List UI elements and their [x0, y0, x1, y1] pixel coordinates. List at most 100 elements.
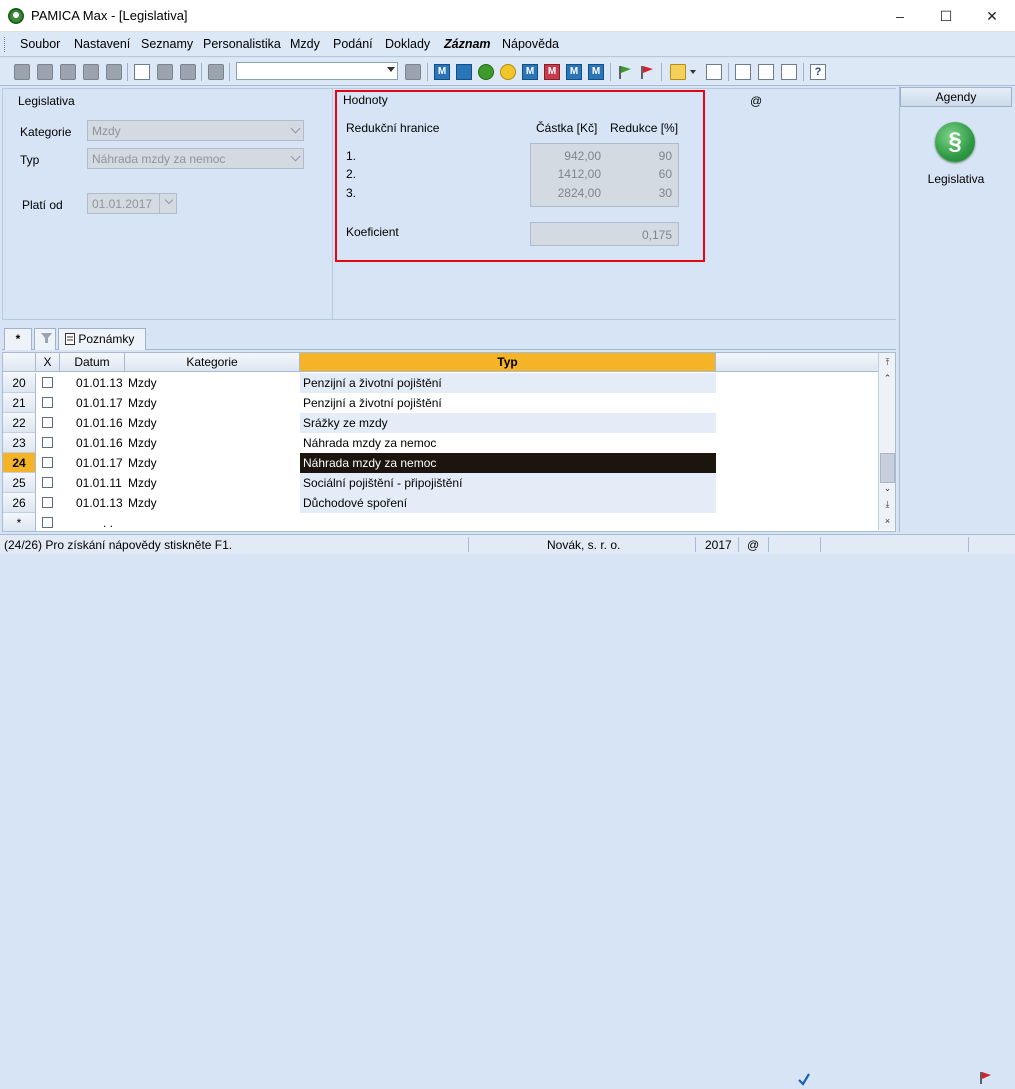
table-row[interactable]: 26 01.01.13 Mzdy Důchodové spoření — [3, 493, 879, 513]
kategorie-label: Kategorie — [20, 125, 72, 139]
chevron-down-icon[interactable] — [387, 67, 395, 72]
list-view-icon[interactable] — [758, 64, 774, 80]
row-new-marker[interactable]: * — [3, 513, 36, 531]
scrollbar-thumb[interactable] — [880, 453, 895, 483]
row-number[interactable]: 20 — [3, 373, 36, 393]
help-icon[interactable]: ? — [810, 64, 826, 80]
typ-select[interactable]: Náhrada mzdy za nemoc — [87, 148, 304, 169]
menu-doklady[interactable]: Doklady — [385, 37, 430, 51]
tab-poznamky[interactable]: Poznámky — [58, 328, 146, 350]
row-number[interactable]: 26 — [3, 493, 36, 513]
scroll-top-icon[interactable]: ⤒ — [880, 355, 895, 370]
clear-filter-icon[interactable]: × — [880, 514, 895, 529]
agenda-item-legislativa[interactable]: Legislativa — [900, 172, 1012, 186]
person-green-icon[interactable] — [478, 64, 494, 80]
table-row-selected[interactable]: 24 01.01.17 Mzdy Náhrada mzdy za nemoc — [3, 453, 879, 473]
menu-grip-icon[interactable] — [4, 37, 7, 52]
grid-vertical-scrollbar[interactable]: ⤒ ⌃ ⌄ ⤓ × — [878, 353, 895, 530]
form-view-icon[interactable] — [735, 64, 751, 80]
menu-zaznam[interactable]: Záznam — [444, 37, 491, 51]
close-button[interactable]: ✕ — [969, 0, 1015, 32]
table-row[interactable]: 23 01.01.16 Mzdy Náhrada mzdy za nemoc — [3, 433, 879, 453]
row-checkbox[interactable] — [42, 497, 53, 508]
chevron-down-icon[interactable] — [290, 151, 301, 162]
row-checkbox[interactable] — [42, 517, 53, 528]
module-m-arrow-icon[interactable]: M — [522, 64, 538, 80]
column-header-x[interactable]: X — [36, 353, 60, 372]
scroll-down-icon[interactable]: ⌄ — [880, 481, 895, 496]
menu-soubor[interactable]: Soubor — [20, 37, 60, 51]
checkmark-icon[interactable] — [797, 1072, 811, 1089]
module-m-red-icon[interactable]: M — [544, 64, 560, 80]
castka-value: 942,00 — [564, 149, 601, 163]
calculator-icon[interactable] — [706, 64, 722, 80]
cell-kategorie: Mzdy — [128, 436, 157, 450]
row-checkbox[interactable] — [42, 457, 53, 468]
row-checkbox[interactable] — [42, 437, 53, 448]
kategorie-select[interactable]: Mzdy — [87, 120, 304, 141]
title-bar: PAMICA Max - [Legislativa] – ☐ ✕ — [0, 0, 1015, 32]
detail-view-icon[interactable] — [781, 64, 797, 80]
table-row[interactable]: 20 01.01.13 Mzdy Penzijní a životní poji… — [3, 373, 879, 393]
people-up-icon[interactable] — [456, 64, 472, 80]
date-picker-button[interactable] — [159, 194, 176, 213]
maximize-button[interactable]: ☐ — [923, 0, 969, 32]
column-header-typ[interactable]: Typ — [300, 353, 716, 372]
plati-od-date-field[interactable]: 01.01.2017 — [87, 193, 177, 214]
row-checkbox[interactable] — [42, 397, 53, 408]
print-icon[interactable] — [60, 64, 76, 80]
green-flag-icon[interactable] — [617, 64, 633, 80]
row-number[interactable]: 25 — [3, 473, 36, 493]
row-number[interactable]: 23 — [3, 433, 36, 453]
table-row[interactable]: 21 01.01.17 Mzdy Penzijní a životní poji… — [3, 393, 879, 413]
tabs-bar: * Poznámky — [2, 326, 896, 350]
table-row-new[interactable]: * . . — [3, 513, 879, 531]
column-header-kategorie[interactable]: Kategorie — [125, 353, 300, 372]
chevron-down-icon[interactable] — [290, 123, 301, 134]
toolbar-search-combo[interactable] — [236, 62, 398, 80]
typ-label: Typ — [20, 153, 40, 167]
table-row[interactable]: 22 01.01.16 Mzdy Srážky ze mzdy — [3, 413, 879, 433]
status-red-flag-icon[interactable] — [978, 1071, 992, 1088]
print-setup-icon[interactable] — [106, 64, 122, 80]
module-m-stack-icon[interactable]: M — [566, 64, 582, 80]
person-yellow-icon[interactable] — [500, 64, 516, 80]
new-document-icon[interactable] — [134, 64, 150, 80]
scroll-bottom-icon[interactable]: ⤓ — [880, 497, 895, 512]
row-checkbox[interactable] — [42, 417, 53, 428]
module-m-red-arrow-icon[interactable]: M — [588, 64, 604, 80]
filter-icon[interactable] — [405, 64, 421, 80]
menu-nastaveni[interactable]: Nastavení — [74, 37, 130, 51]
red-flag-icon[interactable] — [639, 64, 655, 80]
row-number[interactable]: 24 — [3, 453, 36, 473]
menu-mzdy[interactable]: Mzdy — [290, 37, 320, 51]
minimize-button[interactable]: – — [877, 0, 923, 32]
menu-podani[interactable]: Podání — [333, 37, 373, 51]
table-row[interactable]: 25 01.01.11 Mzdy Sociální pojištění - př… — [3, 473, 879, 493]
row-checkbox[interactable] — [42, 477, 53, 488]
tab-filter[interactable] — [34, 328, 56, 350]
tab-all-records[interactable]: * — [4, 328, 32, 350]
koeficient-field[interactable]: 0,175 — [530, 222, 679, 246]
row-number[interactable]: 22 — [3, 413, 36, 433]
column-header-datum[interactable]: Datum — [60, 353, 125, 372]
row-checkbox[interactable] — [42, 377, 53, 388]
cell-datum: 01.01.17 — [76, 456, 123, 470]
folder-dropdown-icon[interactable] — [690, 70, 696, 74]
open-record-icon[interactable] — [14, 64, 30, 80]
app-logo-icon[interactable] — [8, 8, 24, 24]
copy-record-icon[interactable] — [37, 64, 53, 80]
hodnoty-values-field[interactable]: 942,00 1412,00 2824,00 90 60 30 — [530, 143, 679, 207]
legislativa-paragraph-icon[interactable]: § — [935, 122, 975, 162]
menu-napoveda[interactable]: Nápověda — [502, 37, 559, 51]
module-m-icon[interactable]: M — [434, 64, 450, 80]
menu-personalistika[interactable]: Personalistika — [203, 37, 281, 51]
row-number[interactable]: 21 — [3, 393, 36, 413]
paste-icon[interactable] — [208, 64, 224, 80]
print-preview-icon[interactable] — [83, 64, 99, 80]
folder-icon[interactable] — [670, 64, 686, 80]
save-icon[interactable] — [157, 64, 173, 80]
scroll-up-icon[interactable]: ⌃ — [880, 371, 895, 386]
menu-seznamy[interactable]: Seznamy — [141, 37, 193, 51]
save-as-icon[interactable] — [180, 64, 196, 80]
